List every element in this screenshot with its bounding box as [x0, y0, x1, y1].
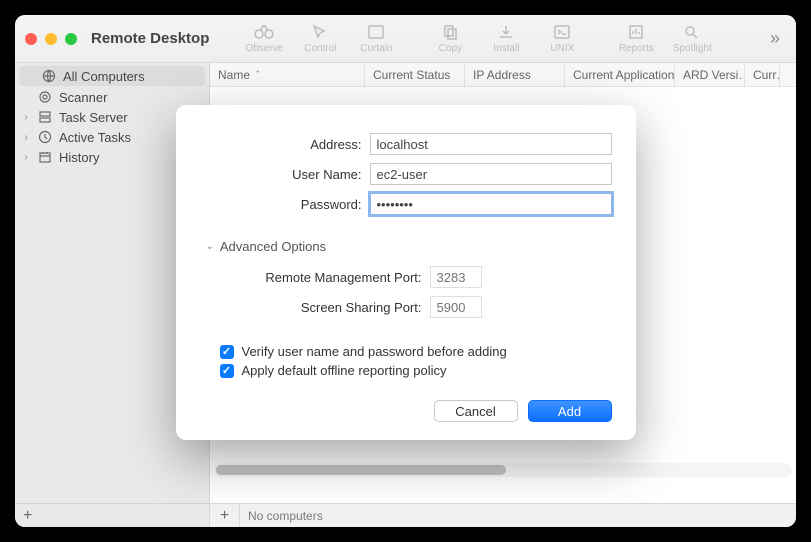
statusbar: + No computers	[210, 503, 796, 527]
install-icon	[495, 23, 517, 41]
column-label: ARD Versi…	[683, 68, 745, 82]
zoom-dot[interactable]	[65, 33, 77, 45]
column-curr-[interactable]: Curr…	[745, 63, 780, 86]
username-input[interactable]	[370, 163, 612, 185]
toolbar-label: UNIX	[550, 43, 574, 54]
rmport-input[interactable]	[430, 266, 482, 288]
address-label: Address:	[200, 137, 370, 152]
toolbar-observe[interactable]: Observe	[239, 23, 289, 54]
address-input[interactable]	[370, 133, 612, 155]
ssport-label: Screen Sharing Port:	[200, 300, 430, 315]
sidebar-item-label: History	[59, 150, 99, 165]
minimize-dot[interactable]	[45, 33, 57, 45]
binoculars-icon	[253, 23, 275, 41]
chevron-down-icon: ⌄	[206, 241, 214, 252]
rmport-label: Remote Management Port:	[200, 270, 430, 285]
column-name[interactable]: Name ⌃	[210, 63, 365, 86]
status-message: No computers	[240, 509, 323, 523]
network-icon	[41, 68, 57, 84]
cancel-button[interactable]: Cancel	[434, 400, 518, 422]
app-title: Remote Desktop	[91, 30, 209, 47]
toolbar: Observe Control Curtain Copy Install U	[239, 23, 717, 54]
curtain-icon	[365, 23, 387, 41]
terminal-icon	[551, 23, 573, 41]
sidebar-item-label: Active Tasks	[59, 130, 131, 145]
advanced-heading: Advanced Options	[220, 239, 326, 254]
toolbar-label: Reports	[619, 43, 654, 54]
sidebar-item-label: Scanner	[59, 90, 107, 105]
chevron-right-icon: ›	[21, 112, 31, 123]
column-label: Curr…	[753, 68, 780, 82]
column-current-application[interactable]: Current Application	[565, 63, 675, 86]
target-icon	[37, 89, 53, 105]
toolbar-install[interactable]: Install	[481, 23, 531, 54]
status-add-button[interactable]: +	[210, 504, 240, 527]
add-button[interactable]: Add	[528, 400, 612, 422]
toolbar-label: Copy	[439, 43, 462, 54]
verify-checkbox[interactable]: ✓	[220, 345, 234, 359]
sidebar-item-label: Task Server	[59, 110, 128, 125]
column-ard-versi-[interactable]: ARD Versi…	[675, 63, 745, 86]
column-headers: Name ⌃ Current Status IP Address Current App…	[210, 63, 796, 87]
sidebar-item-scanner[interactable]: Scanner	[15, 87, 209, 107]
toolbar-label: Install	[493, 43, 519, 54]
titlebar: Remote Desktop Observe Control Curtain C…	[15, 15, 796, 63]
toolbar-curtain[interactable]: Curtain	[351, 23, 401, 54]
toolbar-label: Observe	[245, 43, 283, 54]
toolbar-overflow-icon[interactable]: »	[764, 28, 786, 49]
column-ip-address[interactable]: IP Address	[465, 63, 565, 86]
cursor-icon	[309, 23, 331, 41]
chevron-right-icon: ›	[21, 152, 31, 163]
horizontal-scrollbar[interactable]	[214, 463, 792, 477]
search-icon	[681, 23, 703, 41]
window-controls	[25, 33, 77, 45]
policy-checkbox[interactable]: ✓	[220, 364, 234, 378]
sort-asc-icon: ⌃	[254, 69, 262, 80]
scrollbar-thumb[interactable]	[216, 465, 506, 475]
toolbar-reports[interactable]: Reports	[611, 23, 661, 54]
password-label: Password:	[200, 197, 370, 212]
toolbar-label: Control	[304, 43, 336, 54]
reports-icon	[625, 23, 647, 41]
sidebar-item-all-computers[interactable]: All Computers	[19, 66, 205, 86]
clock-icon	[37, 129, 53, 145]
column-label: Current Application	[573, 68, 674, 82]
column-label: IP Address	[473, 68, 531, 82]
toolbar-spotlight[interactable]: Spotlight	[667, 23, 717, 54]
close-dot[interactable]	[25, 33, 37, 45]
add-computer-dialog: Address: User Name: Password: ⌄ Advanced…	[176, 105, 636, 440]
ssport-input[interactable]	[430, 296, 482, 318]
password-input[interactable]	[370, 193, 612, 215]
calendar-icon	[37, 149, 53, 165]
column-current-status[interactable]: Current Status	[365, 63, 465, 86]
verify-label: Verify user name and password before add…	[242, 344, 507, 359]
sidebar-item-label: All Computers	[63, 69, 145, 84]
username-label: User Name:	[200, 167, 370, 182]
toolbar-label: Curtain	[360, 43, 392, 54]
column-label: Name	[218, 68, 250, 82]
policy-label: Apply default offline reporting policy	[242, 363, 447, 378]
app-window: Remote Desktop Observe Control Curtain C…	[15, 15, 796, 527]
sidebar-add-button[interactable]: +	[15, 503, 209, 527]
chevron-right-icon: ›	[21, 132, 31, 143]
toolbar-unix[interactable]: UNIX	[537, 23, 587, 54]
column-label: Current Status	[373, 68, 450, 82]
toolbar-label: Spotlight	[673, 43, 712, 54]
advanced-toggle[interactable]: ⌄ Advanced Options	[206, 239, 612, 254]
copy-icon	[439, 23, 461, 41]
toolbar-control[interactable]: Control	[295, 23, 345, 54]
server-icon	[37, 109, 53, 125]
toolbar-copy[interactable]: Copy	[425, 23, 475, 54]
